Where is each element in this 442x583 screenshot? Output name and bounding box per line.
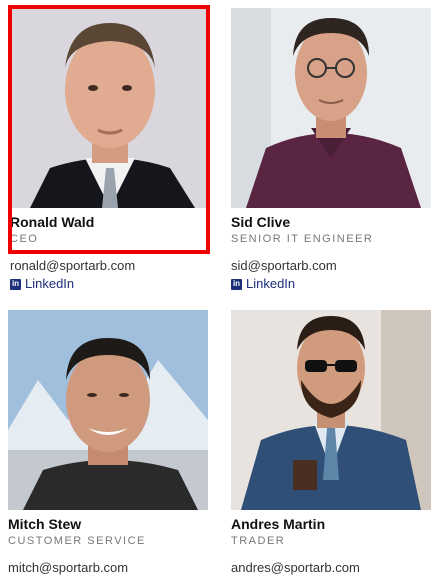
team-card-sid-clive: Sid Clive SENIOR IT ENGINEER sid@sportar… (231, 8, 435, 293)
linkedin-icon: in (10, 278, 21, 290)
profile-photo (8, 310, 208, 510)
member-name: Mitch Stew (8, 516, 82, 532)
member-email[interactable]: andres@sportarb.com (231, 559, 435, 577)
person-photo-illustration (8, 310, 208, 510)
linkedin-icon: in (231, 278, 242, 290)
member-role: TRADER (231, 535, 286, 547)
person-photo-illustration (10, 8, 210, 208)
team-card-ronald-wald: Ronald Wald CEO ronald@sportarb.com in L… (6, 4, 210, 293)
linkedin-label: LinkedIn (25, 276, 75, 291)
member-email[interactable]: sid@sportarb.com (231, 257, 435, 275)
linkedin-link[interactable]: in LinkedIn (231, 275, 435, 293)
profile-photo (10, 8, 210, 208)
member-role: CEO (10, 233, 39, 245)
team-grid: Ronald Wald CEO ronald@sportarb.com in L… (0, 0, 442, 583)
member-role: CUSTOMER SERVICE (8, 535, 146, 547)
member-email[interactable]: ronald@sportarb.com (10, 257, 210, 275)
profile-photo (231, 8, 431, 208)
linkedin-label: LinkedIn (246, 276, 296, 291)
member-email[interactable]: mitch@sportarb.com (8, 559, 212, 577)
profile-photo (231, 310, 431, 510)
team-card-andres-martin: Andres Martin TRADER andres@sportarb.com (231, 310, 435, 577)
member-name: Sid Clive (231, 214, 291, 230)
person-photo-illustration (231, 310, 431, 510)
team-card-mitch-stew: Mitch Stew CUSTOMER SERVICE mitch@sporta… (8, 310, 212, 577)
member-name: Andres Martin (231, 516, 326, 532)
person-photo-illustration (231, 8, 431, 208)
member-name: Ronald Wald (10, 214, 95, 230)
linkedin-link[interactable]: in LinkedIn (10, 275, 210, 293)
member-role: SENIOR IT ENGINEER (231, 233, 374, 245)
